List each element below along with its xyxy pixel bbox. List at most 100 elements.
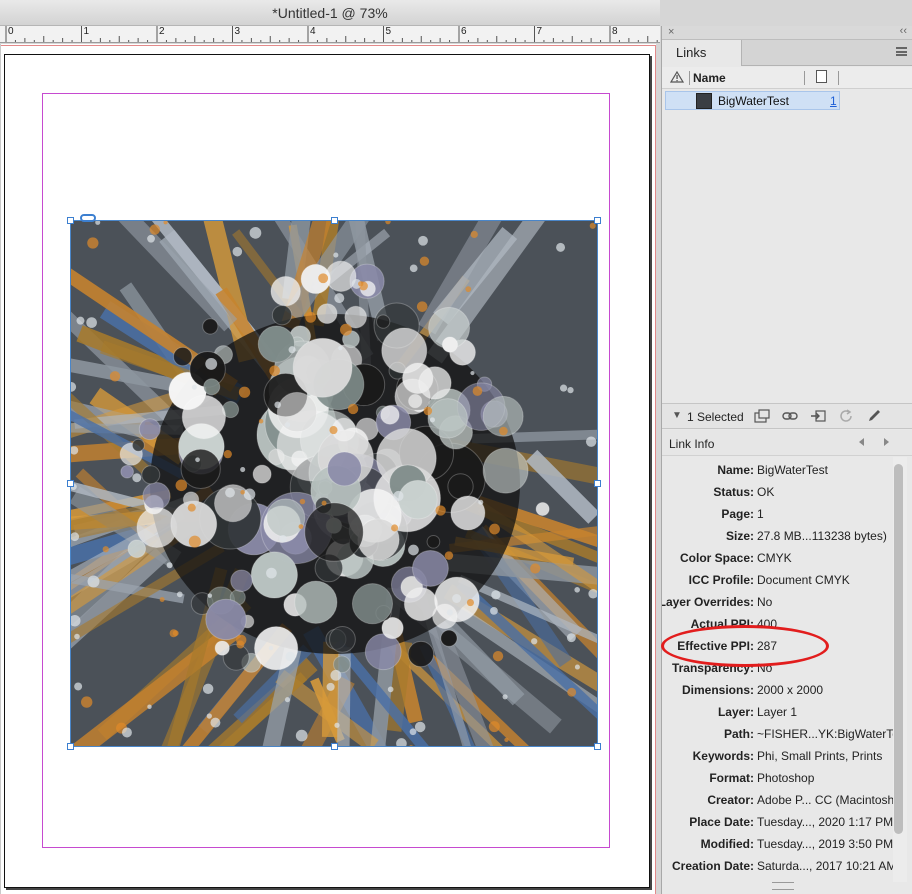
ruler-number: 7 bbox=[536, 26, 543, 37]
document-page[interactable] bbox=[4, 54, 650, 888]
red-highlight-annotation bbox=[661, 625, 829, 667]
link-info-label: Size: bbox=[725, 529, 754, 543]
link-info-row: Layer: Layer 1 bbox=[662, 702, 893, 724]
link-info-value: 27.8 MB...113238 bytes) bbox=[757, 529, 887, 543]
link-name: BigWaterTest bbox=[718, 94, 789, 108]
chevron-down-icon[interactable]: ▼ bbox=[672, 410, 682, 421]
link-info-label: Creator: bbox=[707, 793, 754, 807]
link-thumbnail bbox=[696, 93, 712, 109]
link-info-value: 1 bbox=[757, 507, 764, 521]
link-info-row: Color Space: CMYK bbox=[662, 548, 893, 570]
close-icon[interactable]: × bbox=[668, 26, 674, 38]
ruler-number: 8 bbox=[612, 26, 618, 37]
tab-links[interactable]: Links bbox=[662, 40, 742, 66]
column-separator bbox=[838, 71, 839, 85]
relink-icon[interactable] bbox=[782, 409, 798, 423]
link-info-label: Format: bbox=[709, 771, 754, 785]
placed-image-artwork bbox=[71, 221, 597, 746]
link-info-value: CMYK bbox=[757, 551, 792, 565]
link-row-selected[interactable]: BigWaterTest 1 bbox=[665, 91, 840, 110]
resize-grip[interactable] bbox=[772, 882, 794, 890]
column-header-name[interactable]: Name bbox=[693, 71, 726, 85]
link-info-value: BigWaterTest bbox=[757, 463, 828, 477]
link-info-value: Photoshop bbox=[757, 771, 815, 785]
link-info-header[interactable]: Link Info bbox=[662, 430, 912, 456]
link-info-label: Name: bbox=[717, 463, 754, 477]
link-info-row: ICC Profile: Document CMYK bbox=[662, 570, 893, 592]
scrollbar-thumb[interactable] bbox=[894, 464, 903, 834]
link-info-label: Status: bbox=[713, 485, 754, 499]
link-info-row: Status: OK bbox=[662, 482, 893, 504]
warning-icon[interactable] bbox=[670, 71, 684, 83]
link-info-value: 2000 x 2000 bbox=[757, 683, 824, 697]
link-info-row: Page: 1 bbox=[662, 504, 893, 526]
link-info-row: Keywords: Phi, Small Prints, Prints bbox=[662, 746, 893, 768]
link-info-value: Layer 1 bbox=[757, 705, 798, 719]
link-info-label: Place Date: bbox=[689, 815, 754, 829]
link-info-value: Adobe P... CC (Macintosh) bbox=[757, 793, 893, 807]
link-info-label: Layer: bbox=[717, 705, 754, 719]
go-to-link-icon[interactable] bbox=[810, 409, 826, 423]
ruler-number: 3 bbox=[234, 26, 241, 37]
link-info-label: ICC Profile: bbox=[688, 573, 754, 587]
link-info-row: Creation Date: Saturda..., 2017 10:21 AM bbox=[662, 856, 893, 878]
handle-top-right[interactable] bbox=[594, 217, 601, 224]
relink-from-folder-icon[interactable] bbox=[754, 409, 770, 423]
link-info-row: Dimensions: 2000 x 2000 bbox=[662, 680, 893, 702]
links-panel: × ‹‹ Links Name BigWaterTest 1 ▼ 1 Selec… bbox=[661, 25, 912, 894]
link-info-label: Modified: bbox=[700, 837, 754, 851]
link-info-row: Modified: Tuesday..., 2019 3:50 PM bbox=[662, 834, 893, 856]
link-info-label: Dimensions: bbox=[681, 683, 754, 697]
panel-tab-bar: Links bbox=[662, 40, 912, 66]
ruler-ticks bbox=[5, 26, 658, 42]
placed-image-frame[interactable] bbox=[70, 220, 598, 747]
link-page-number[interactable]: 1 bbox=[830, 94, 837, 108]
link-info-value: OK bbox=[757, 485, 775, 499]
pasteboard[interactable] bbox=[0, 44, 656, 894]
document-title: *Untitled-1 @ 73% bbox=[0, 0, 660, 26]
link-info-label: Keywords: bbox=[692, 749, 754, 763]
link-info-value: Document CMYK bbox=[757, 573, 850, 587]
column-separator bbox=[689, 71, 690, 85]
previous-link-icon[interactable] bbox=[859, 438, 864, 446]
link-info-body: Name: BigWaterTest Status: OK Page: 1 Size: 27.… bbox=[662, 457, 893, 882]
link-info-label: Color Space: bbox=[679, 551, 754, 565]
link-info-row: Place Date: Tuesday..., 2020 1:17 PM bbox=[662, 812, 893, 834]
link-info-label: Path: bbox=[724, 727, 754, 741]
column-separator bbox=[804, 71, 805, 85]
link-info-value: ~FISHER...YK:BigWaterTest bbox=[757, 727, 893, 741]
next-link-icon[interactable] bbox=[884, 438, 889, 446]
panel-menu-icon[interactable] bbox=[896, 47, 907, 56]
bleed-guide-top bbox=[1, 45, 656, 46]
selected-count: 1 Selected bbox=[687, 410, 744, 424]
page-column-icon[interactable] bbox=[816, 70, 827, 83]
panel-title-bar: × ‹‹ bbox=[662, 25, 912, 40]
handle-top-middle[interactable] bbox=[331, 217, 338, 224]
collapse-icon[interactable]: ‹‹ bbox=[900, 25, 907, 37]
link-info-label: Page: bbox=[721, 507, 754, 521]
link-info-title: Link Info bbox=[669, 437, 715, 451]
horizontal-ruler[interactable]: 0 1 2 3 4 5 6 7 8 bbox=[0, 26, 660, 43]
handle-bottom-left[interactable] bbox=[67, 743, 74, 750]
handle-bottom-right[interactable] bbox=[594, 743, 601, 750]
links-toolbar: ▼ 1 Selected bbox=[662, 403, 912, 429]
link-info-row: Size: 27.8 MB...113238 bytes) bbox=[662, 526, 893, 548]
handle-bottom-middle[interactable] bbox=[331, 743, 338, 750]
ruler-number: 2 bbox=[159, 26, 165, 37]
link-info-row: Creator: Adobe P... CC (Macintosh) bbox=[662, 790, 893, 812]
link-badge-icon[interactable] bbox=[80, 214, 96, 222]
ruler-number: 6 bbox=[461, 26, 467, 37]
handle-top-left[interactable] bbox=[67, 217, 74, 224]
handle-middle-right[interactable] bbox=[594, 480, 601, 487]
link-info-value: No bbox=[757, 595, 773, 609]
ruler-number: 5 bbox=[385, 26, 392, 37]
link-info-row: Format: Photoshop bbox=[662, 768, 893, 790]
ruler-number: 1 bbox=[83, 26, 90, 37]
link-info-row: Path:~FISHER...YK:BigWaterTest bbox=[662, 724, 893, 746]
update-link-icon[interactable] bbox=[838, 409, 854, 423]
link-info-value: Saturda..., 2017 10:21 AM bbox=[757, 859, 893, 873]
link-info-value: Tuesday..., 2020 1:17 PM bbox=[757, 815, 893, 829]
handle-middle-left[interactable] bbox=[67, 480, 74, 487]
edit-original-icon[interactable] bbox=[866, 409, 882, 423]
link-info-row: Name: BigWaterTest bbox=[662, 460, 893, 482]
